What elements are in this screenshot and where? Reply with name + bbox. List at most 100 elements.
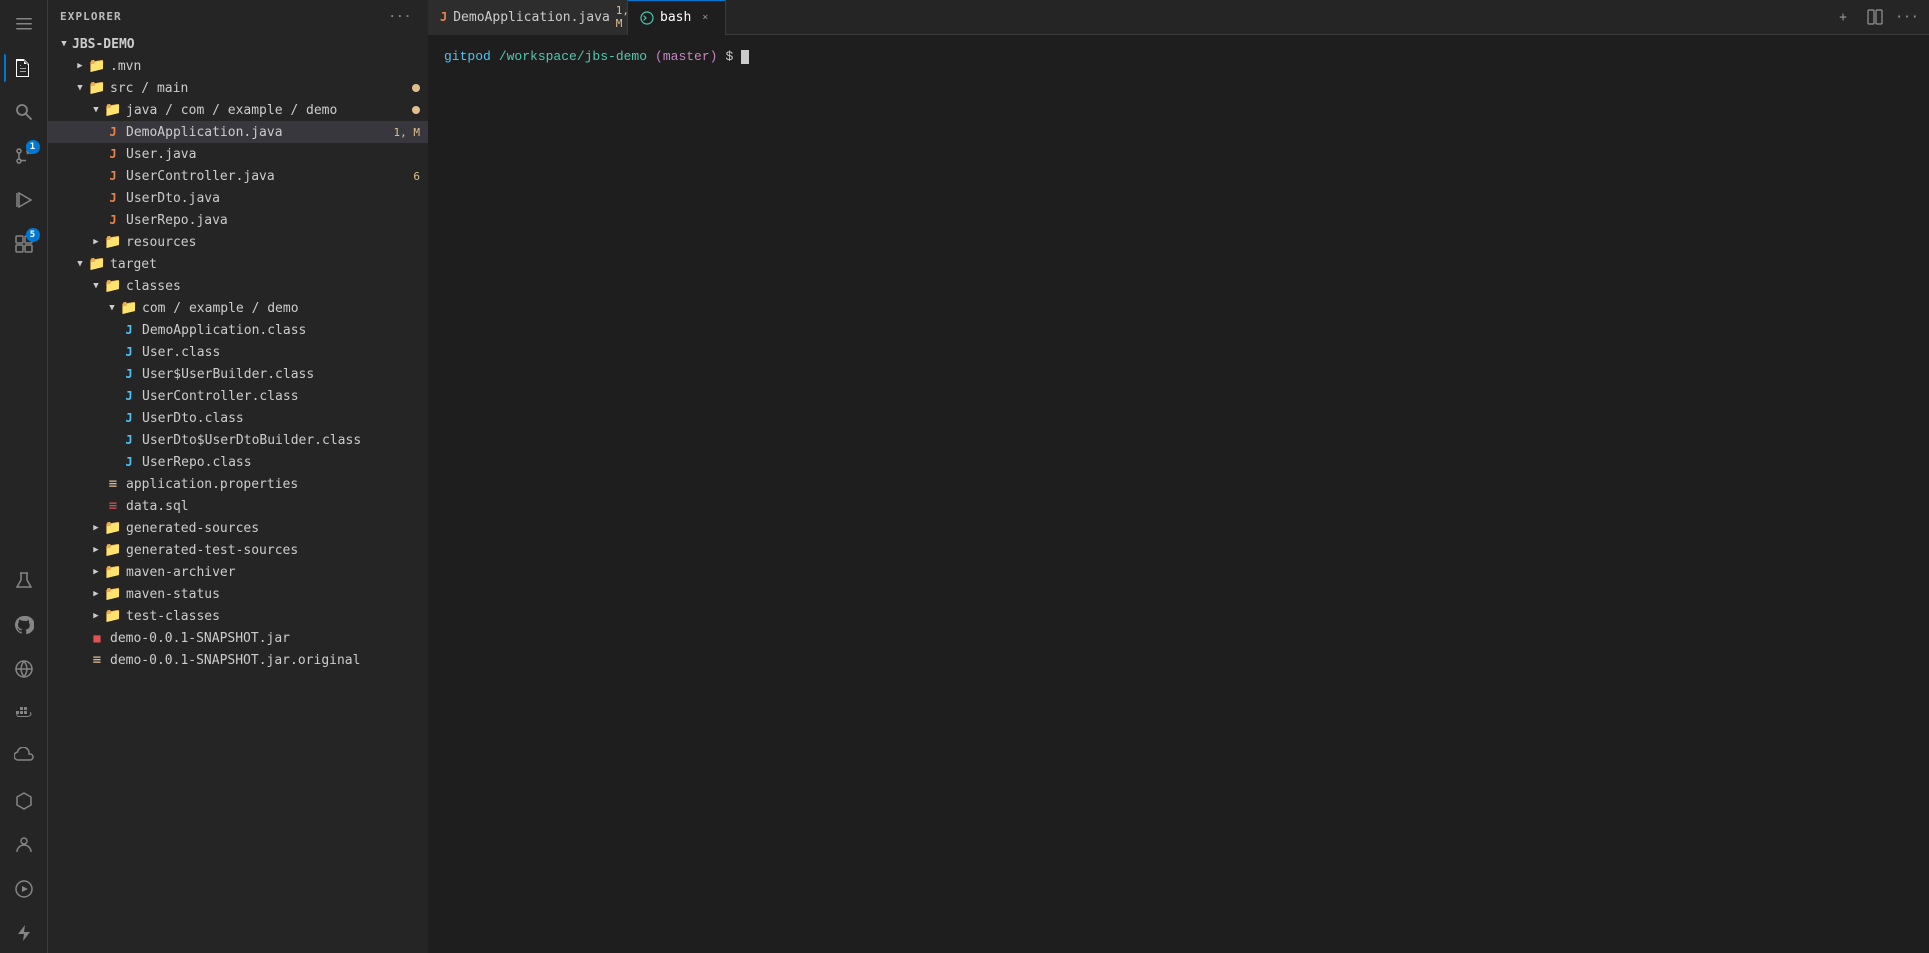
maven-status-label: maven-status <box>126 587 420 602</box>
tree-item-maven-status[interactable]: ▶ 📁 maven-status <box>48 583 428 605</box>
search-icon[interactable] <box>4 92 44 132</box>
java-icon-userdto: J <box>104 189 122 207</box>
resources-arrow: ▶ <box>88 234 104 250</box>
sql-icon-data: ≡ <box>104 497 122 515</box>
target-label: target <box>110 257 420 272</box>
tree-item-demo-jar-original[interactable]: ≡ demo-0.0.1-SNAPSHOT.jar.original <box>48 649 428 671</box>
tree-item-userdto-builder-class[interactable]: J UserDto$UserDtoBuilder.class <box>48 429 428 451</box>
tree-item-test-classes[interactable]: ▶ 📁 test-classes <box>48 605 428 627</box>
class-icon-user-builder: J <box>120 365 138 383</box>
sidebar-more-button[interactable]: ··· <box>385 8 416 25</box>
explorer-icon[interactable] <box>4 48 44 88</box>
src-main-dot <box>412 84 420 92</box>
class-icon-usercontroller: J <box>120 387 138 405</box>
split-editor-button[interactable] <box>1861 3 1889 31</box>
flask-icon[interactable] <box>4 561 44 601</box>
usercontroller-class-label: UserController.class <box>142 389 420 404</box>
userdto-class-label: UserDto.class <box>142 411 420 426</box>
hexagon-icon[interactable] <box>4 781 44 821</box>
src-main-arrow: ▼ <box>72 80 88 96</box>
prompt-dollar: $ <box>725 47 733 67</box>
tree-item-application-properties[interactable]: ≡ application.properties <box>48 473 428 495</box>
prompt-branch: (master) <box>655 47 717 67</box>
userdto-builder-class-label: UserDto$UserDtoBuilder.class <box>142 433 420 448</box>
tree-item-maven-archiver[interactable]: ▶ 📁 maven-archiver <box>48 561 428 583</box>
sidebar-title: EXPLORER <box>60 10 122 23</box>
tree-item-data-sql[interactable]: ≡ data.sql <box>48 495 428 517</box>
generated-sources-label: generated-sources <box>126 521 420 536</box>
tree-item-user-builder-class[interactable]: J User$UserBuilder.class <box>48 363 428 385</box>
play-circle-icon[interactable] <box>4 869 44 909</box>
tab-bash-label: bash <box>660 10 691 25</box>
root-folder-label: JBS-DEMO <box>72 37 420 52</box>
userdto-java-label: UserDto.java <box>126 191 420 206</box>
sidebar-content: ▼ JBS-DEMO ▶ 📁 .mvn ▼ 📁 src / main ▼ 📁 j… <box>48 33 428 953</box>
tree-item-userdto-class[interactable]: J UserDto.class <box>48 407 428 429</box>
maven-archiver-arrow: ▶ <box>88 564 104 580</box>
tree-item-usercontroller-java[interactable]: J UserController.java 6 <box>48 165 428 187</box>
tree-item-user-java[interactable]: J User.java <box>48 143 428 165</box>
mvn-label: .mvn <box>110 59 420 74</box>
folder-icon-classes: 📁 <box>104 277 122 295</box>
tab-bash[interactable]: bash × <box>628 0 726 35</box>
test-classes-label: test-classes <box>126 609 420 624</box>
maven-archiver-label: maven-archiver <box>126 565 420 580</box>
user-class-label: User.class <box>142 345 420 360</box>
usercontroller-java-label: UserController.java <box>126 169 413 184</box>
cloud-icon[interactable] <box>4 737 44 777</box>
zap-icon[interactable] <box>4 913 44 953</box>
class-icon-userdto: J <box>120 409 138 427</box>
java-path-arrow: ▼ <box>88 102 104 118</box>
run-icon[interactable] <box>4 180 44 220</box>
remote-icon[interactable] <box>4 649 44 689</box>
source-control-icon[interactable]: 1 <box>4 136 44 176</box>
tree-item-userdto-java[interactable]: J UserDto.java <box>48 187 428 209</box>
tree-item-classes[interactable]: ▼ 📁 classes <box>48 275 428 297</box>
class-icon-user: J <box>120 343 138 361</box>
maven-status-arrow: ▶ <box>88 586 104 602</box>
tree-item-user-class[interactable]: J User.class <box>48 341 428 363</box>
tree-item-demo-application-class[interactable]: J DemoApplication.class <box>48 319 428 341</box>
tree-item-generated-test-sources[interactable]: ▶ 📁 generated-test-sources <box>48 539 428 561</box>
extensions-icon[interactable]: 5 <box>4 224 44 264</box>
folder-icon: 📁 <box>88 57 106 75</box>
java-icon-usercontroller: J <box>104 167 122 185</box>
root-folder[interactable]: ▼ JBS-DEMO <box>48 33 428 55</box>
com-example-demo-target-label: com / example / demo <box>142 301 420 316</box>
tree-item-mvn[interactable]: ▶ 📁 .mvn <box>48 55 428 77</box>
tree-item-java-path[interactable]: ▼ 📁 java / com / example / demo <box>48 99 428 121</box>
generated-sources-arrow: ▶ <box>88 520 104 536</box>
menu-icon[interactable] <box>4 4 44 44</box>
root-arrow: ▼ <box>56 36 72 52</box>
tree-item-demo-application-java[interactable]: J DemoApplication.java 1, M <box>48 121 428 143</box>
tree-item-usercontroller-class[interactable]: J UserController.class <box>48 385 428 407</box>
tabs-bar: J DemoApplication.java 1, M bash × + ··· <box>428 0 1929 35</box>
person-icon[interactable] <box>4 825 44 865</box>
folder-icon-src: 📁 <box>88 79 106 97</box>
tree-item-target[interactable]: ▼ 📁 target <box>48 253 428 275</box>
tree-item-userrepo-java[interactable]: J UserRepo.java <box>48 209 428 231</box>
tree-item-src-main[interactable]: ▼ 📁 src / main <box>48 77 428 99</box>
tree-item-generated-sources[interactable]: ▶ 📁 generated-sources <box>48 517 428 539</box>
tab-bash-close[interactable]: × <box>697 10 713 26</box>
tree-item-userrepo-class[interactable]: J UserRepo.class <box>48 451 428 473</box>
folder-icon-test-classes: 📁 <box>104 607 122 625</box>
tree-item-demo-jar[interactable]: ■ demo-0.0.1-SNAPSHOT.jar <box>48 627 428 649</box>
more-actions-button[interactable]: ··· <box>1893 3 1921 31</box>
class-icon-demo: J <box>120 321 138 339</box>
sidebar: EXPLORER ··· ▼ JBS-DEMO ▶ 📁 .mvn ▼ 📁 src… <box>48 0 428 953</box>
docker-icon[interactable] <box>4 693 44 733</box>
folder-icon-gen-sources: 📁 <box>104 519 122 537</box>
folder-icon-resources: 📁 <box>104 233 122 251</box>
userrepo-java-label: UserRepo.java <box>126 213 420 228</box>
data-sql-label: data.sql <box>126 499 420 514</box>
new-tab-button[interactable]: + <box>1829 3 1857 31</box>
tree-item-resources[interactable]: ▶ 📁 resources <box>48 231 428 253</box>
java-icon-user: J <box>104 145 122 163</box>
tab-demo-application[interactable]: J DemoApplication.java 1, M <box>428 0 628 35</box>
test-classes-arrow: ▶ <box>88 608 104 624</box>
tree-item-com-example-demo-target[interactable]: ▼ 📁 com / example / demo <box>48 297 428 319</box>
demo-jar-original-label: demo-0.0.1-SNAPSHOT.jar.original <box>110 653 420 668</box>
github-icon[interactable] <box>4 605 44 645</box>
usercontroller-java-badge: 6 <box>413 170 420 183</box>
